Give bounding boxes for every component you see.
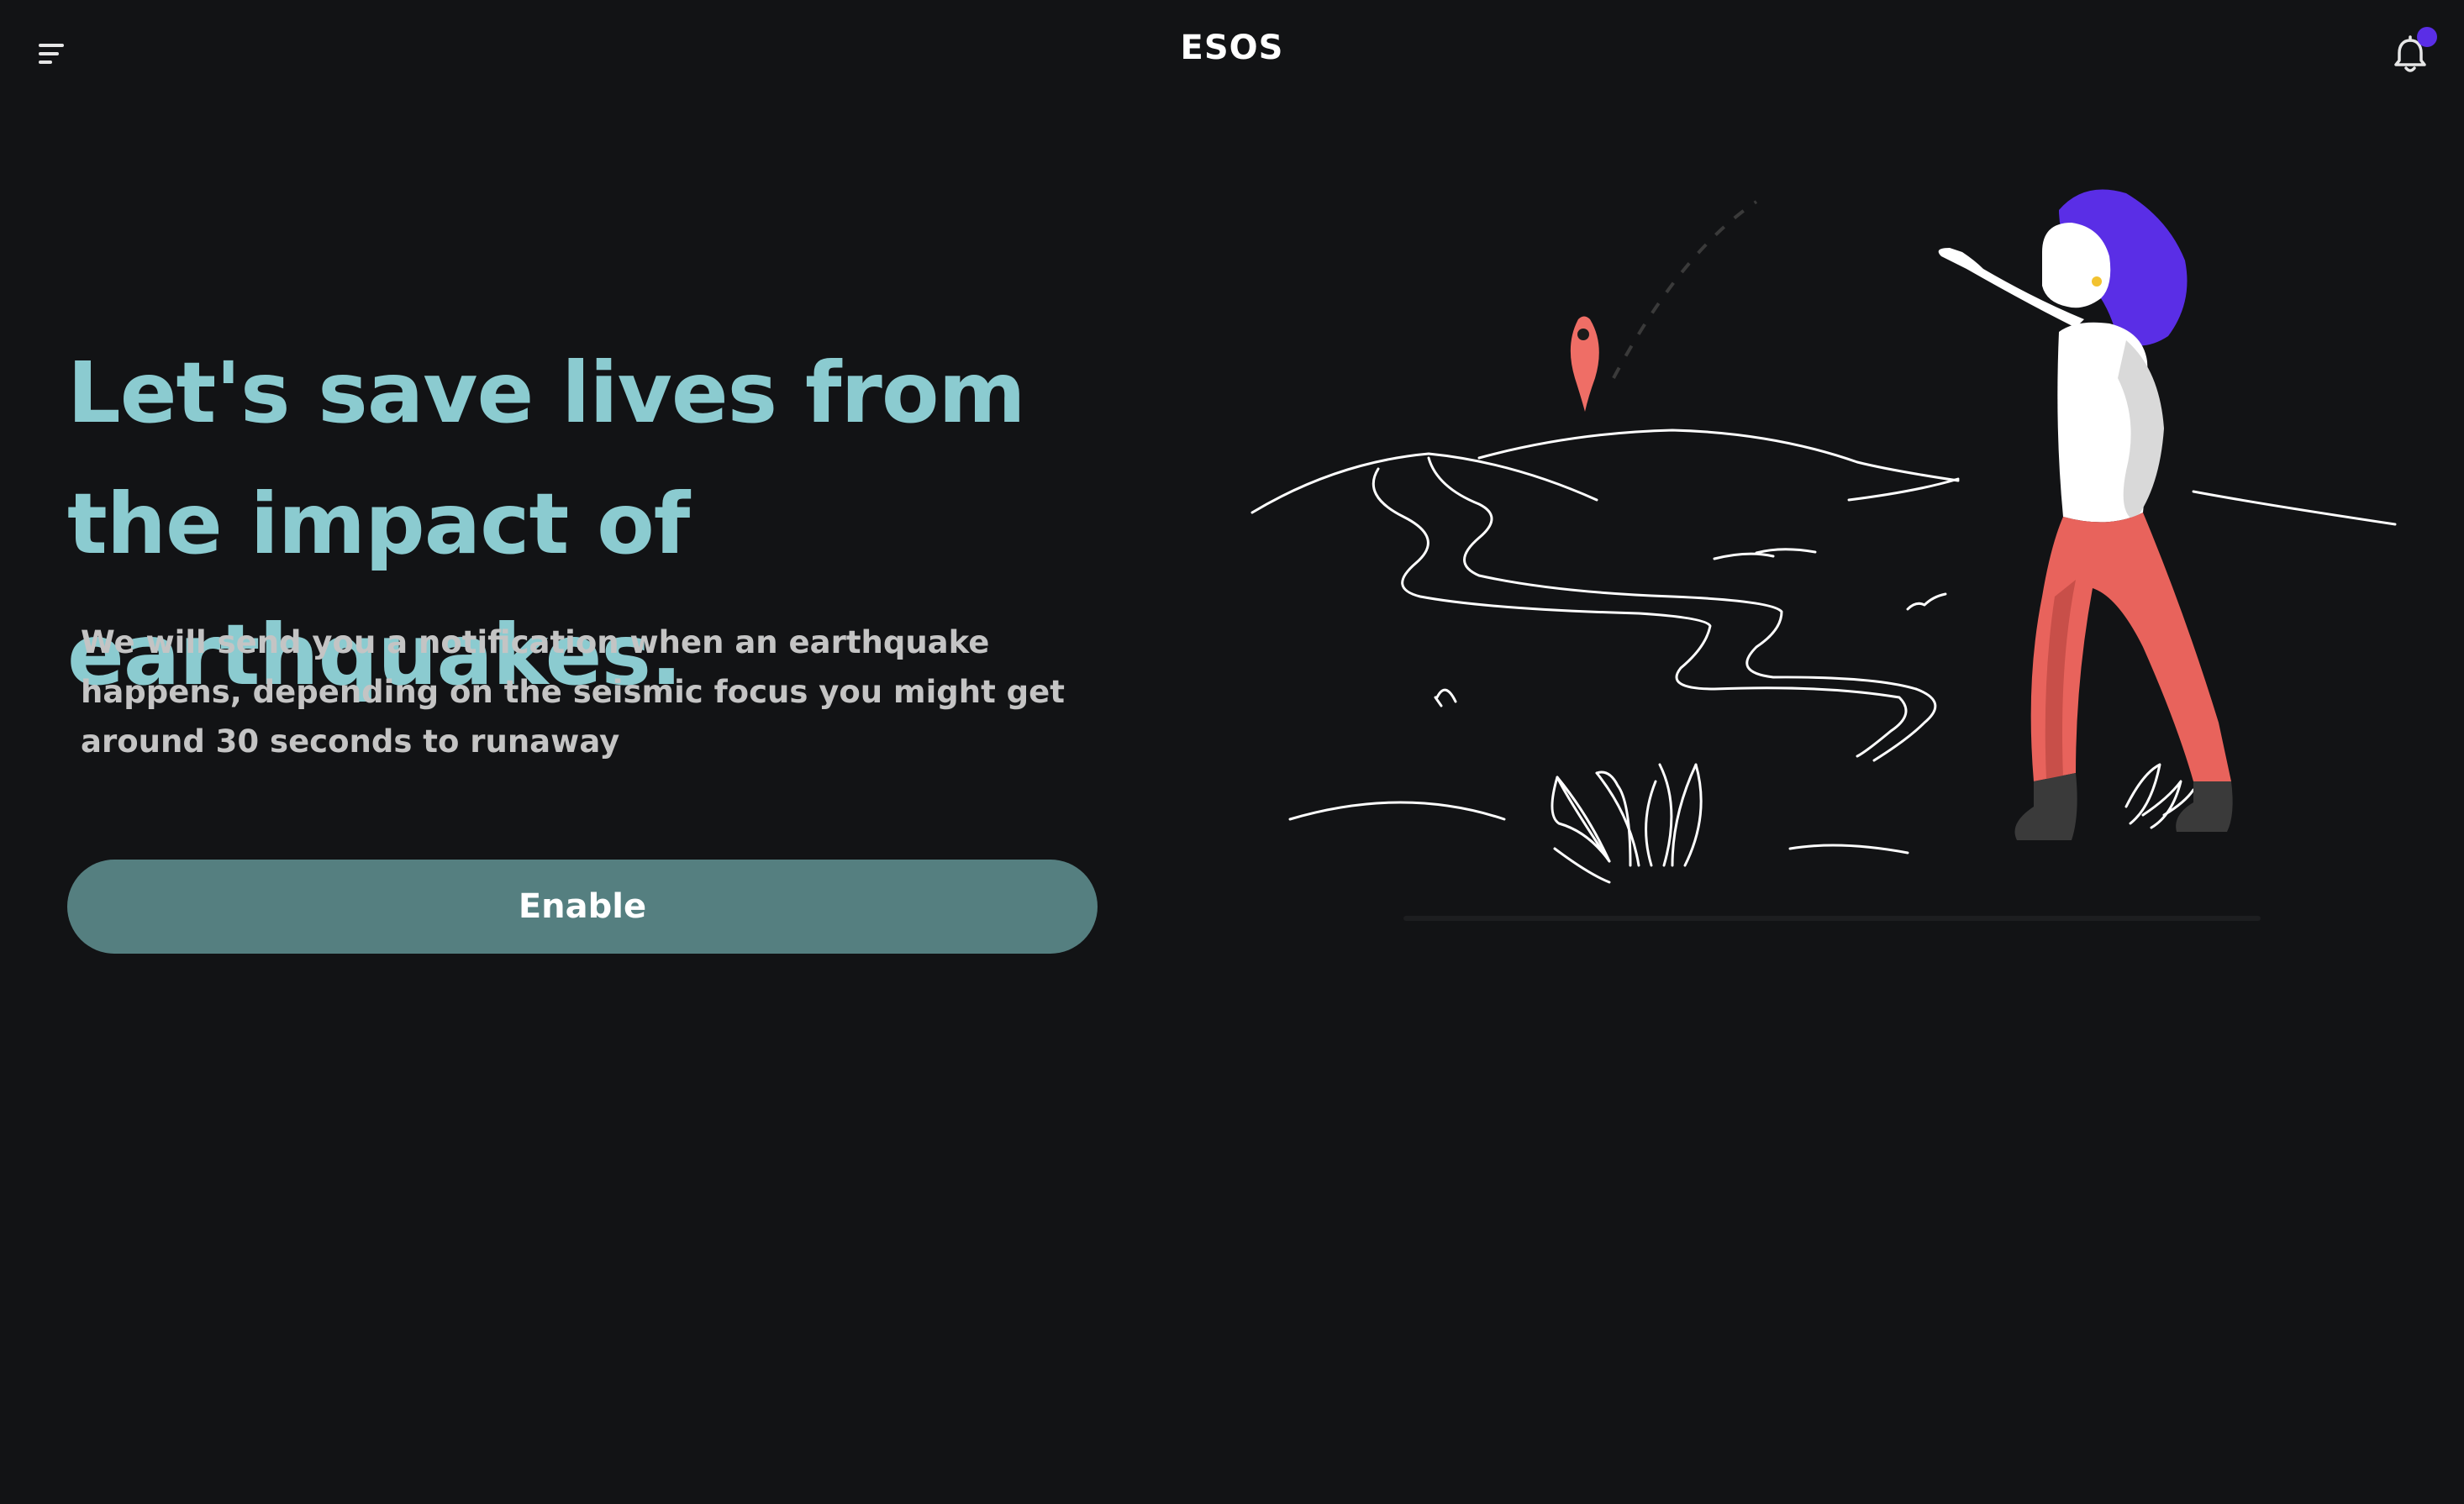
woman-pointing-figure	[1938, 189, 2233, 840]
top-bar: ESOS	[0, 0, 2464, 109]
notification-badge	[2417, 27, 2437, 47]
hero-description: We will send you a notification when an …	[81, 624, 1065, 760]
earthquake-landscape-illustration	[1250, 189, 2397, 921]
enable-button[interactable]: Enable	[67, 860, 1098, 954]
app-title: ESOS	[1180, 29, 1284, 67]
location-pin-icon	[1570, 316, 1599, 412]
